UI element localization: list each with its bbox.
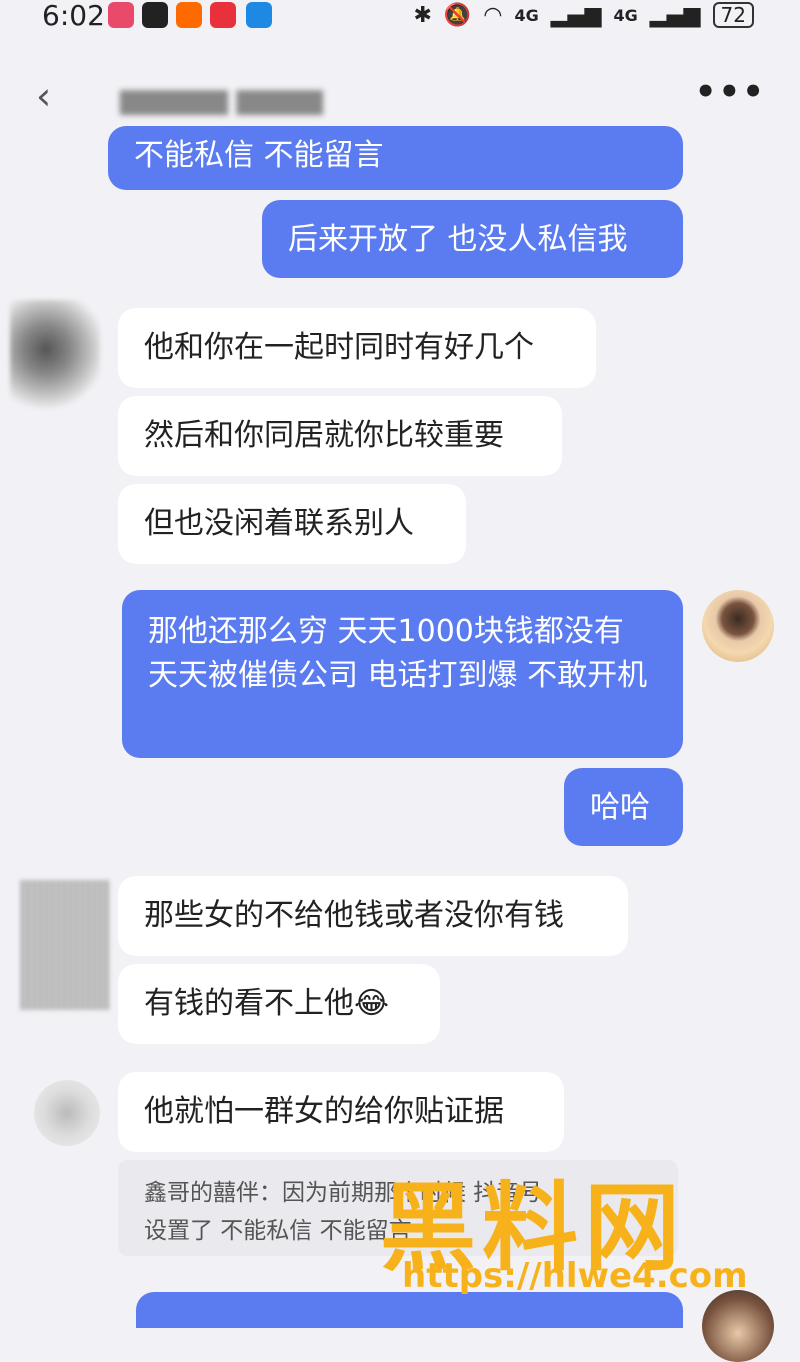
message-text: 那他还那么穷 天天1000块钱都没有 天天被催债公司 电话打到爆 不敢开机 [148, 614, 648, 693]
messenger-app-icon [246, 2, 272, 28]
signal-4g-icon-1: 4G [514, 5, 539, 25]
message-bubble-incoming[interactable]: 有钱的看不上他😂 [118, 964, 440, 1044]
status-bar: 6:02 ✱ 🔕 ◠ 4G ▂▄▆ 4G ▂▄▆ 72 [0, 0, 800, 36]
signal-bars-icon-1: ▂▄▆ [550, 2, 602, 28]
message-bubble-outgoing[interactable]: 不能私信 不能留言 [108, 126, 683, 190]
message-text: 他和你在一起时同时有好几个 [144, 330, 534, 365]
status-time: 6:02 [42, 0, 105, 32]
contact-avatar-redacted[interactable] [10, 300, 100, 410]
message-bubble-outgoing[interactable]: 那他还那么穷 天天1000块钱都没有 天天被催债公司 电话打到爆 不敢开机 [122, 590, 683, 758]
message-bubble-outgoing[interactable]: 后来开放了 也没人私信我 [262, 200, 683, 278]
message-text: 然后和你同居就你比较重要 [144, 418, 504, 453]
bluetooth-icon: ✱ [413, 2, 432, 28]
watermark-url: https://hlwe4.com [402, 1256, 748, 1296]
mute-bell-icon: 🔕 [443, 2, 472, 28]
back-icon[interactable]: ‹ [36, 74, 51, 118]
status-icons: ✱ 🔕 ◠ 4G ▂▄▆ 4G ▂▄▆ 72 [413, 2, 754, 28]
taobao-icon [176, 2, 202, 28]
message-bubble-incoming[interactable]: 他和你在一起时同时有好几个 [118, 308, 596, 388]
signal-bars-icon-2: ▂▄▆ [649, 2, 701, 28]
message-text: 哈哈 [590, 790, 650, 825]
message-bubble-outgoing[interactable]: 哈哈 [564, 768, 683, 846]
signal-4g-icon-2: 4G [613, 5, 638, 25]
message-text: 他就怕一群女的给你贴证据 [144, 1094, 504, 1129]
message-text: 但也没闲着联系别人 [144, 506, 414, 541]
more-dots-icon[interactable]: ••• [695, 72, 766, 112]
message-bubble-incoming[interactable]: 他就怕一群女的给你贴证据 [118, 1072, 564, 1152]
contact-avatar-redacted[interactable] [34, 1080, 100, 1146]
message-bubble-incoming[interactable]: 那些女的不给他钱或者没你有钱 [118, 876, 628, 956]
message-bubble-incoming[interactable]: 然后和你同居就你比较重要 [118, 396, 562, 476]
message-bubble-outgoing-partial[interactable] [136, 1292, 683, 1328]
tiktok-icon [142, 2, 168, 28]
chat-title-redacted: ▆▆▆▆▆ ▆▆▆▆ [120, 82, 323, 115]
self-avatar[interactable] [702, 590, 774, 662]
message-text: 不能私信 不能留言 [134, 138, 384, 173]
message-text: 有钱的看不上他😂 [144, 986, 390, 1021]
message-bubble-incoming[interactable]: 但也没闲着联系别人 [118, 484, 466, 564]
wifi-icon: ◠ [483, 2, 503, 28]
contact-avatar-redacted[interactable] [20, 880, 110, 1010]
message-text: 后来开放了 也没人私信我 [288, 222, 628, 257]
self-avatar[interactable] [702, 1290, 774, 1362]
shopping-app-icon [210, 2, 236, 28]
battery-indicator: 72 [712, 2, 754, 28]
app-notification-icon [108, 2, 134, 28]
message-text: 那些女的不给他钱或者没你有钱 [144, 898, 564, 933]
